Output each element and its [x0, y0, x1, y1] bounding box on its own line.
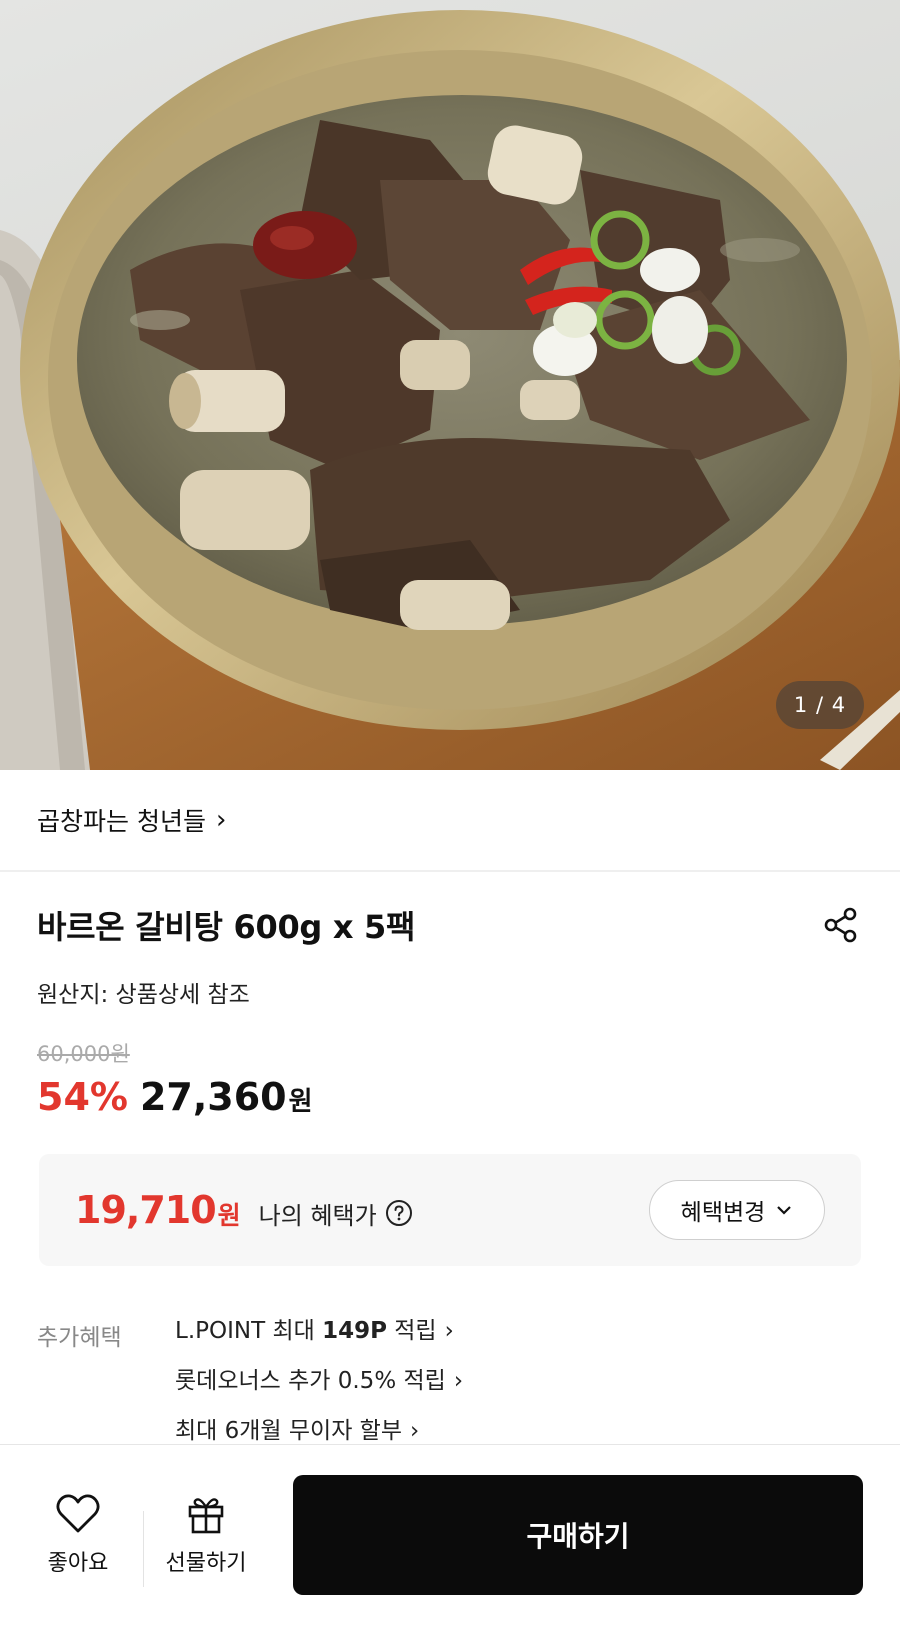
my-benefit-box: 19,710 원 나의 혜택가 혜택변경 — [39, 1154, 861, 1266]
sale-price-unit: 원 — [288, 1087, 313, 1117]
gift-icon — [188, 1498, 224, 1534]
image-page-indicator: 1 / 4 — [776, 681, 864, 729]
change-benefit-label: 혜택변경 — [680, 1200, 766, 1226]
help-button[interactable] — [385, 1199, 413, 1227]
original-price: 60,000원 — [37, 1042, 130, 1066]
benefit-label: 나의 혜택가 — [258, 1201, 377, 1230]
chevron-right-icon: › — [215, 805, 227, 835]
share-button[interactable] — [819, 903, 863, 947]
sale-price: 27,360 — [139, 1075, 287, 1119]
product-title: 바르온 갈비탕 600g x 5팩 — [37, 908, 416, 946]
extra-benefit-text: 롯데오너스 추가 0.5% 적립 — [175, 1368, 446, 1394]
change-benefit-button[interactable]: 혜택변경 — [649, 1180, 825, 1240]
brand-name: 곱창파는 청년들 — [37, 807, 206, 836]
extra-benefit-text: L.POINT 최대 — [175, 1318, 323, 1344]
gift-button[interactable]: 선물하기 — [156, 1493, 256, 1577]
price-row: 54% 27,360 원 — [37, 1075, 313, 1119]
extra-benefit-lpoint[interactable]: L.POINT 최대 149P 적립 › — [175, 1316, 463, 1366]
extra-benefit-text-end: 적립 — [386, 1318, 437, 1344]
benefit-price: 19,710 — [75, 1188, 217, 1232]
chevron-right-icon: › — [453, 1368, 464, 1394]
like-button[interactable]: 좋아요 — [38, 1493, 118, 1577]
extra-benefits-label: 추가혜택 — [37, 1325, 122, 1351]
share-icon — [824, 907, 857, 943]
discount-rate: 54% — [37, 1075, 128, 1119]
product-photo — [0, 10, 900, 770]
like-label: 좋아요 — [47, 1551, 109, 1576]
chevron-down-icon — [777, 1206, 792, 1215]
bottom-bar-divider — [143, 1511, 144, 1587]
benefit-price-unit: 원 — [217, 1201, 241, 1230]
extra-benefit-text: 최대 6개월 무이자 할부 — [175, 1418, 403, 1444]
product-title-row: 바르온 갈비탕 600g x 5팩 — [37, 900, 863, 950]
bottom-action-bar: 좋아요 선물하기 구매하기 — [0, 1444, 900, 1638]
origin-info: 원산지: 상품상세 참조 — [37, 982, 250, 1008]
buy-button[interactable]: 구매하기 — [293, 1475, 863, 1595]
question-circle-icon — [385, 1200, 412, 1226]
extra-benefit-highlight: 149P — [322, 1318, 387, 1344]
extra-benefit-lotte-owners[interactable]: 롯데오너스 추가 0.5% 적립 › — [175, 1366, 463, 1416]
heart-icon — [56, 1494, 100, 1533]
chevron-right-icon: › — [444, 1318, 454, 1344]
product-image-carousel[interactable]: 1 / 4 — [0, 0, 900, 770]
chevron-right-icon: › — [410, 1418, 420, 1444]
brand-store-link[interactable]: 곱창파는 청년들 › — [0, 770, 900, 872]
gift-label: 선물하기 — [165, 1551, 247, 1576]
